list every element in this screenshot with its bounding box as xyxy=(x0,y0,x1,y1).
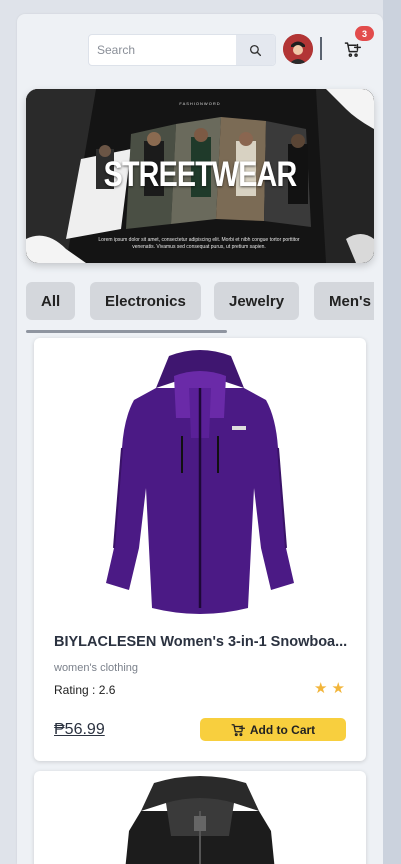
user-avatar[interactable] xyxy=(283,34,313,64)
category-tabs: All Electronics Jewelry Men's xyxy=(26,282,374,322)
app-container: 3 FASHIONWORD STREETWEAR xyxy=(17,14,383,864)
tab-electronics[interactable]: Electronics xyxy=(90,282,201,320)
cart-plus-icon xyxy=(231,723,245,736)
cart-button[interactable] xyxy=(342,39,362,59)
cart-count-badge: 3 xyxy=(355,26,374,41)
product-image-purple-jacket xyxy=(106,350,294,614)
banner-brand: FASHIONWORD xyxy=(179,101,221,106)
page-scrollbar[interactable] xyxy=(383,0,401,864)
tab-mens[interactable]: Men's xyxy=(314,282,374,320)
banner-title: STREETWEAR xyxy=(103,155,298,194)
star-icon: ★ xyxy=(331,680,345,697)
banner-body: Lorem ipsum dolor sit amet, consectetur … xyxy=(98,237,300,250)
product-card[interactable] xyxy=(34,771,366,864)
search-input[interactable] xyxy=(89,35,237,65)
product-title[interactable]: BIYLACLESEN Women's 3-in-1 Snowboa... xyxy=(54,634,354,650)
search-bar xyxy=(88,34,276,66)
search-button[interactable] xyxy=(236,35,275,65)
tabs-scrollbar[interactable] xyxy=(26,330,227,333)
product-rating: Rating : 2.6 xyxy=(54,683,116,697)
hero-banner[interactable]: FASHIONWORD STREETWEAR Lorem ipsum dolor… xyxy=(26,89,374,263)
product-image-black-jacket xyxy=(125,776,275,864)
rating-stars: ★ ★ xyxy=(314,681,345,696)
tab-all[interactable]: All xyxy=(26,282,76,320)
tab-jewelry[interactable]: Jewelry xyxy=(214,282,300,320)
search-icon xyxy=(249,44,262,56)
header-divider xyxy=(320,37,322,60)
add-to-cart-label: Add to Cart xyxy=(249,722,316,737)
product-category: women's clothing xyxy=(54,662,139,674)
star-icon: ★ xyxy=(314,680,328,697)
product-price: ₱56.99 xyxy=(54,721,105,738)
cart-plus-icon xyxy=(344,41,361,57)
add-to-cart-button[interactable]: Add to Cart xyxy=(200,718,346,741)
avatar-icon xyxy=(283,34,313,64)
product-card[interactable]: BIYLACLESEN Women's 3-in-1 Snowboa... wo… xyxy=(34,338,366,761)
